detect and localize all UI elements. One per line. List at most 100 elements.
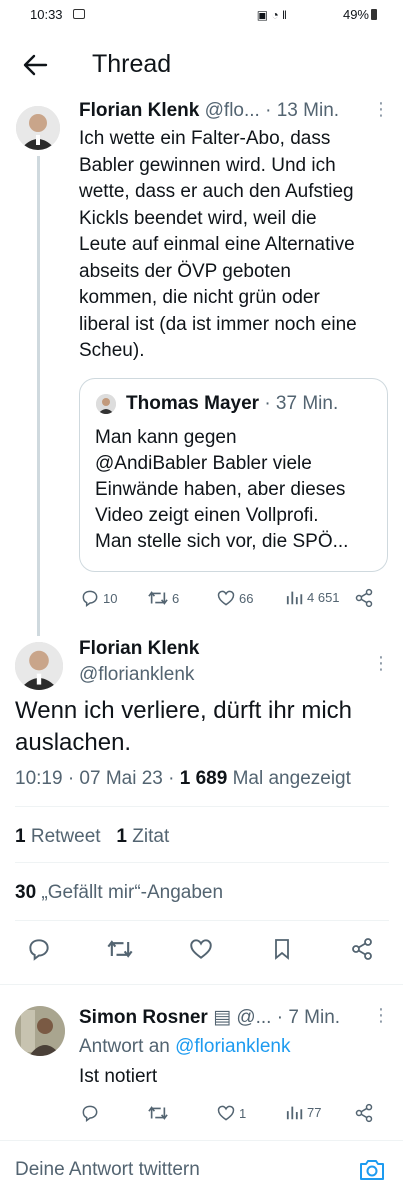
retweets-count: 1 (15, 826, 26, 847)
thread-connector (37, 156, 40, 636)
quoted-avatar (96, 394, 116, 414)
reply-text: Ist notiert (79, 1066, 158, 1087)
share-icon (352, 938, 372, 960)
retweet-icon (107, 940, 133, 958)
newspaper-icon: ▤ (213, 1007, 232, 1028)
retweet-count: 6 (172, 590, 180, 606)
gallery-icon (73, 9, 85, 19)
reply-icon (29, 939, 49, 961)
reply-button[interactable]: 10 (80, 588, 117, 608)
status-bar: 10:33 ▣ ◔ ‖ 49% (0, 0, 403, 30)
views-count: 4 651 (307, 589, 340, 605)
quotes-label: Zitat (132, 826, 170, 847)
views-label: Mal angezeigt (232, 768, 351, 789)
tweet-line: Wenn ich verliere, dürft ihr mich (15, 697, 353, 724)
like-button[interactable] (188, 936, 214, 962)
author-handle[interactable]: @... (236, 1007, 271, 1028)
status-time: 10:33 (30, 7, 63, 22)
like-count: 66 (239, 590, 254, 606)
back-arrow-icon[interactable] (22, 52, 48, 78)
reply-input[interactable]: Deine Antwort twittern (15, 1159, 200, 1181)
author-handle[interactable]: @flo... (205, 100, 260, 121)
tweet-line: abseits der ÖVP geboten (79, 260, 291, 282)
likes-stat[interactable]: 30 „Gefällt mir“-Angaben (15, 882, 223, 904)
divider (15, 806, 389, 807)
likes-label: „Gefällt mir“-Angaben (41, 882, 224, 903)
bookmark-icon (275, 939, 289, 960)
quoted-line: Man stelle sich vor, die SPÖ... (95, 531, 349, 552)
avatar[interactable] (16, 106, 60, 150)
tweet-line: Scheu). (79, 340, 145, 361)
battery-level: 49% (342, 7, 369, 22)
reply-to-handle[interactable]: @florianklenk (175, 1036, 290, 1057)
tweet-meta: 10:19 · 07 Mai 23 · 1 689 Mal angezeigt (15, 768, 351, 790)
heart-icon (217, 1105, 235, 1121)
page-title: Thread (92, 50, 172, 78)
retweet-button[interactable] (147, 1103, 169, 1123)
tweet-header: Florian Klenk @flo... · 13 Min. (79, 100, 339, 122)
tweet-line: auslachen. (15, 729, 132, 756)
reply-actions: 1 77 (0, 1103, 403, 1125)
bookmark-button[interactable] (270, 936, 294, 962)
more-options-icon[interactable]: ⋮ (372, 1006, 390, 1024)
main-tweet-text: Wenn ich verliere, dürft ihr mich auslac… (15, 695, 395, 759)
views-button[interactable]: 4 651 (286, 588, 340, 606)
avatar[interactable] (15, 642, 63, 690)
share-button[interactable] (354, 1103, 374, 1123)
quoted-text: Man kann gegen @AndiBabler Babler viele … (95, 425, 385, 555)
reply-to-label: Antwort an (79, 1036, 170, 1057)
like-button[interactable]: 66 (216, 588, 253, 608)
more-options-icon[interactable]: ⋮ (372, 654, 390, 672)
divider (15, 920, 389, 921)
quoted-time: · 37 Min. (264, 393, 339, 414)
tweet-timestamp[interactable]: 10:19 · 07 Mai 23 · (15, 768, 174, 789)
reply-context: Antwort an @florianklenk (79, 1036, 291, 1058)
share-button[interactable] (354, 588, 374, 608)
author-name[interactable]: Florian Klenk (79, 100, 199, 121)
heart-icon (190, 939, 212, 959)
retweet-button[interactable]: 6 (147, 588, 179, 608)
battery-icon (371, 9, 377, 20)
more-options-icon[interactable]: ⋮ (372, 100, 390, 118)
retweets-stat[interactable]: 1 Retweet (15, 826, 101, 847)
retweet-icon (148, 1106, 168, 1120)
reply-button[interactable] (80, 1103, 100, 1123)
quoted-line: Video zeigt einen Vollprofi. (95, 505, 319, 526)
avatar[interactable] (15, 1006, 65, 1056)
divider (0, 984, 403, 985)
tweet-line: kommen, die nicht grün oder (79, 287, 320, 308)
views-button[interactable]: 77 (286, 1103, 321, 1121)
heart-icon (217, 590, 235, 606)
quotes-stat[interactable]: 1 Zitat (116, 826, 169, 847)
share-icon (355, 1103, 373, 1123)
views-count: 1 689 (179, 768, 228, 789)
reply-composer: Deine Antwort twittern (0, 1140, 403, 1200)
like-button[interactable]: 1 (216, 1103, 246, 1123)
reply-icon (82, 1105, 98, 1122)
engagement-stats: 1 Retweet 1 Zitat (15, 826, 169, 848)
tweet-actions: 10 6 66 4 651 (0, 588, 403, 610)
reply-icon (82, 590, 98, 607)
retweet-button[interactable] (106, 936, 134, 962)
quoted-tweet-card[interactable]: Thomas Mayer · 37 Min. Man kann gegen @A… (79, 378, 388, 572)
quoted-line: @AndiBabler Babler viele (95, 453, 312, 474)
tweet-time: · 13 Min. (265, 100, 340, 121)
tweet-time: · 7 Min. (276, 1007, 341, 1028)
quoted-author-name: Thomas Mayer (126, 393, 260, 414)
author-name[interactable]: Florian Klenk (79, 638, 199, 660)
analytics-icon (286, 591, 303, 605)
author-handle[interactable]: @florianklenk (79, 664, 194, 686)
likes-count: 30 (15, 882, 37, 903)
author-name[interactable]: Simon Rosner (79, 1007, 208, 1028)
share-button[interactable] (350, 936, 374, 962)
tweet-line: wette, dass er auch den Aufstieg (79, 181, 354, 202)
reply-count: 10 (103, 590, 118, 606)
tweet-line: liberal ist (da ist immer noch eine (79, 313, 357, 335)
tweet-line: Kickls beendet wird, weil die (79, 207, 317, 229)
retweet-icon (148, 591, 168, 605)
quoted-header: Thomas Mayer · 37 Min. (126, 393, 338, 415)
analytics-icon (286, 1106, 303, 1120)
camera-icon[interactable] (358, 1157, 386, 1188)
reply-button[interactable] (26, 936, 52, 962)
reply-header: Simon Rosner ▤ @... · 7 Min. (79, 1006, 340, 1029)
